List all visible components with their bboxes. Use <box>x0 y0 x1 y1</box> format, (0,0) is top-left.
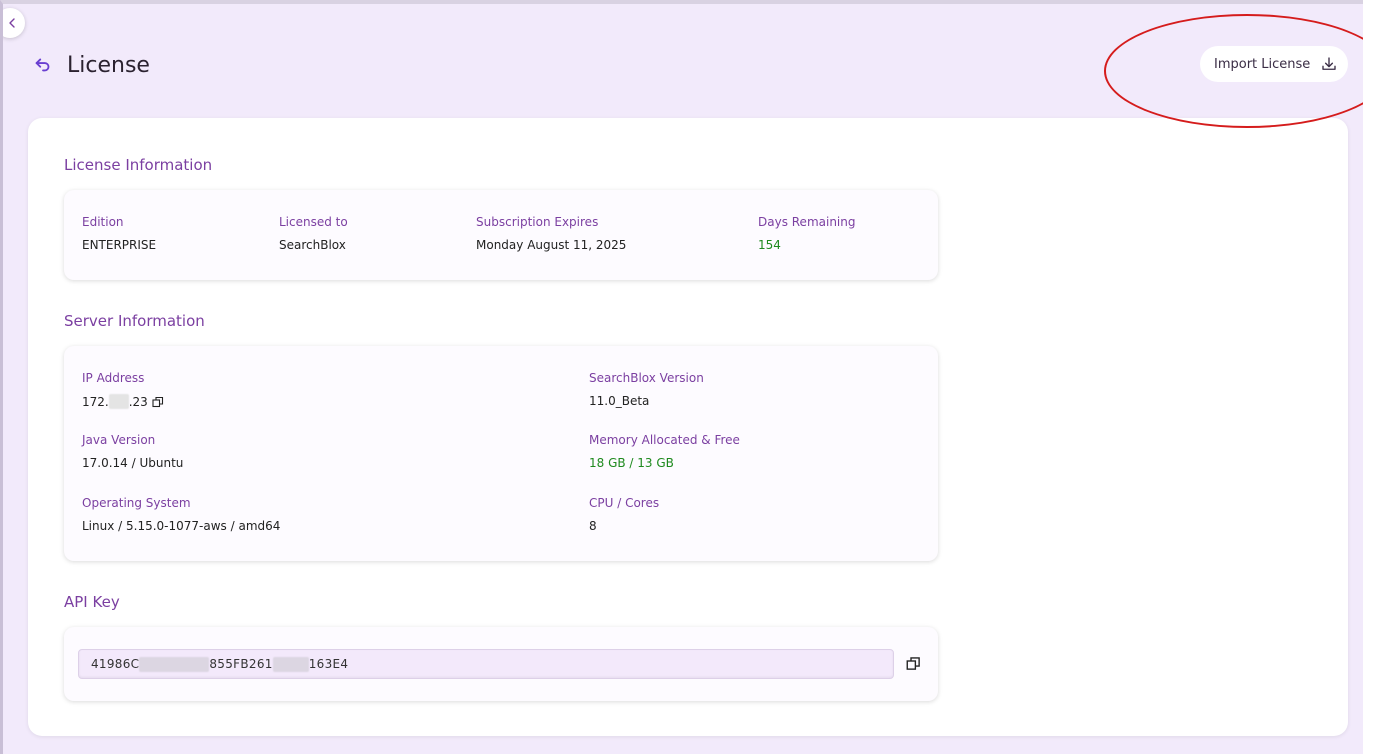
days-remaining-field: Days Remaining 154 <box>758 215 855 252</box>
license-information-card: Edition ENTERPRISE Licensed to SearchBlo… <box>64 190 938 280</box>
searchblox-version-field: SearchBlox Version 11.0_Beta <box>589 371 704 408</box>
edition-field: Edition ENTERPRISE <box>82 215 156 252</box>
copy-ip-icon[interactable] <box>152 396 164 408</box>
redaction-mask <box>272 656 309 672</box>
ip-address-label: IP Address <box>82 371 145 385</box>
java-version-field: Java Version 17.0.14 / Ubuntu <box>82 433 183 470</box>
operating-system-value: Linux / 5.15.0-1077-aws / amd64 <box>82 519 281 533</box>
days-remaining-value: 154 <box>758 238 781 252</box>
api-key-card: 41986C 855FB261 163E4 <box>64 627 938 701</box>
license-page: License Import License License Informati… <box>0 0 1363 754</box>
api-key-part-2: 855FB261 <box>209 657 273 671</box>
java-version-value: 17.0.14 / Ubuntu <box>82 456 184 470</box>
import-license-label: Import License <box>1214 56 1311 72</box>
searchblox-version-label: SearchBlox Version <box>589 371 704 385</box>
subscription-expires-value: Monday August 11, 2025 <box>476 238 627 252</box>
redaction-mask <box>139 656 210 672</box>
api-key-field[interactable]: 41986C 855FB261 163E4 <box>78 649 894 679</box>
subscription-expires-field: Subscription Expires Monday August 11, 2… <box>476 215 626 252</box>
api-key-part-3: 163E4 <box>308 657 349 671</box>
edition-label: Edition <box>82 215 124 229</box>
api-key-title: API Key <box>64 593 120 611</box>
days-remaining-label: Days Remaining <box>758 215 856 229</box>
cpu-cores-label: CPU / Cores <box>589 496 660 510</box>
license-main-card: License Information Edition ENTERPRISE L… <box>28 118 1348 736</box>
edition-value: ENTERPRISE <box>82 238 157 252</box>
subscription-expires-label: Subscription Expires <box>476 215 599 229</box>
ip-address-field: IP Address 172. .23 <box>82 371 164 409</box>
license-information-title: License Information <box>64 156 213 174</box>
memory-field: Memory Allocated & Free 18 GB / 13 GB <box>589 433 740 470</box>
cpu-cores-value: 8 <box>589 519 597 533</box>
server-information-title: Server Information <box>64 312 205 330</box>
undo-arrow-icon <box>35 58 50 72</box>
memory-value: 18 GB / 13 GB <box>589 456 674 470</box>
licensed-to-field: Licensed to SearchBlox <box>279 215 348 252</box>
operating-system-field: Operating System Linux / 5.15.0-1077-aws… <box>82 496 280 533</box>
ip-address-start: 172. <box>82 394 109 409</box>
back-button[interactable] <box>31 52 55 76</box>
import-license-button[interactable]: Import License <box>1200 46 1348 82</box>
api-key-part-1: 41986C <box>91 657 140 671</box>
sidebar-collapse-button[interactable] <box>3 8 25 38</box>
memory-label: Memory Allocated & Free <box>589 433 740 447</box>
cpu-cores-field: CPU / Cores 8 <box>589 496 659 533</box>
licensed-to-label: Licensed to <box>279 215 348 229</box>
chevron-left-icon <box>9 18 15 28</box>
java-version-label: Java Version <box>82 433 156 447</box>
download-icon <box>1322 57 1336 70</box>
ip-address-end: .23 <box>128 394 148 409</box>
searchblox-version-value: 11.0_Beta <box>589 394 650 408</box>
ip-address-value: 172. .23 <box>82 394 164 409</box>
page-title: License <box>67 53 150 78</box>
redaction-mask <box>108 394 129 409</box>
right-edge-strip <box>1363 0 1388 754</box>
licensed-to-value: SearchBlox <box>279 238 346 252</box>
server-information-card: IP Address 172. .23 SearchBlox Version 1… <box>64 346 938 561</box>
copy-api-key-icon[interactable] <box>906 656 922 672</box>
operating-system-label: Operating System <box>82 496 191 510</box>
